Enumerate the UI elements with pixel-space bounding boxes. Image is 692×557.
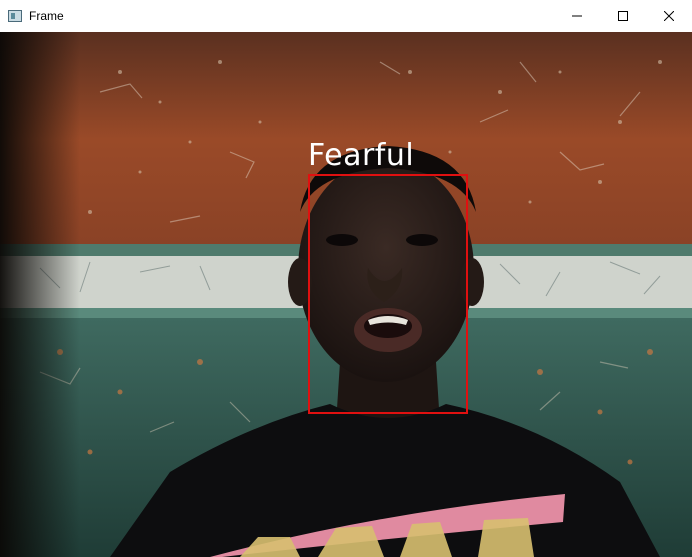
app-window-icon [8,10,22,22]
title-bar[interactable]: Frame [0,0,692,32]
minimize-icon [572,15,582,17]
face-bounding-box [308,174,468,414]
camera-frame: Fearful [0,32,692,557]
window-controls [554,0,692,32]
maximize-icon [618,11,628,21]
emotion-label: Fearful [308,138,415,173]
window-title: Frame [29,9,64,23]
maximize-button[interactable] [600,0,646,32]
app-window: Frame Fearful [0,0,692,557]
close-icon [664,11,674,21]
minimize-button[interactable] [554,0,600,32]
close-button[interactable] [646,0,692,32]
